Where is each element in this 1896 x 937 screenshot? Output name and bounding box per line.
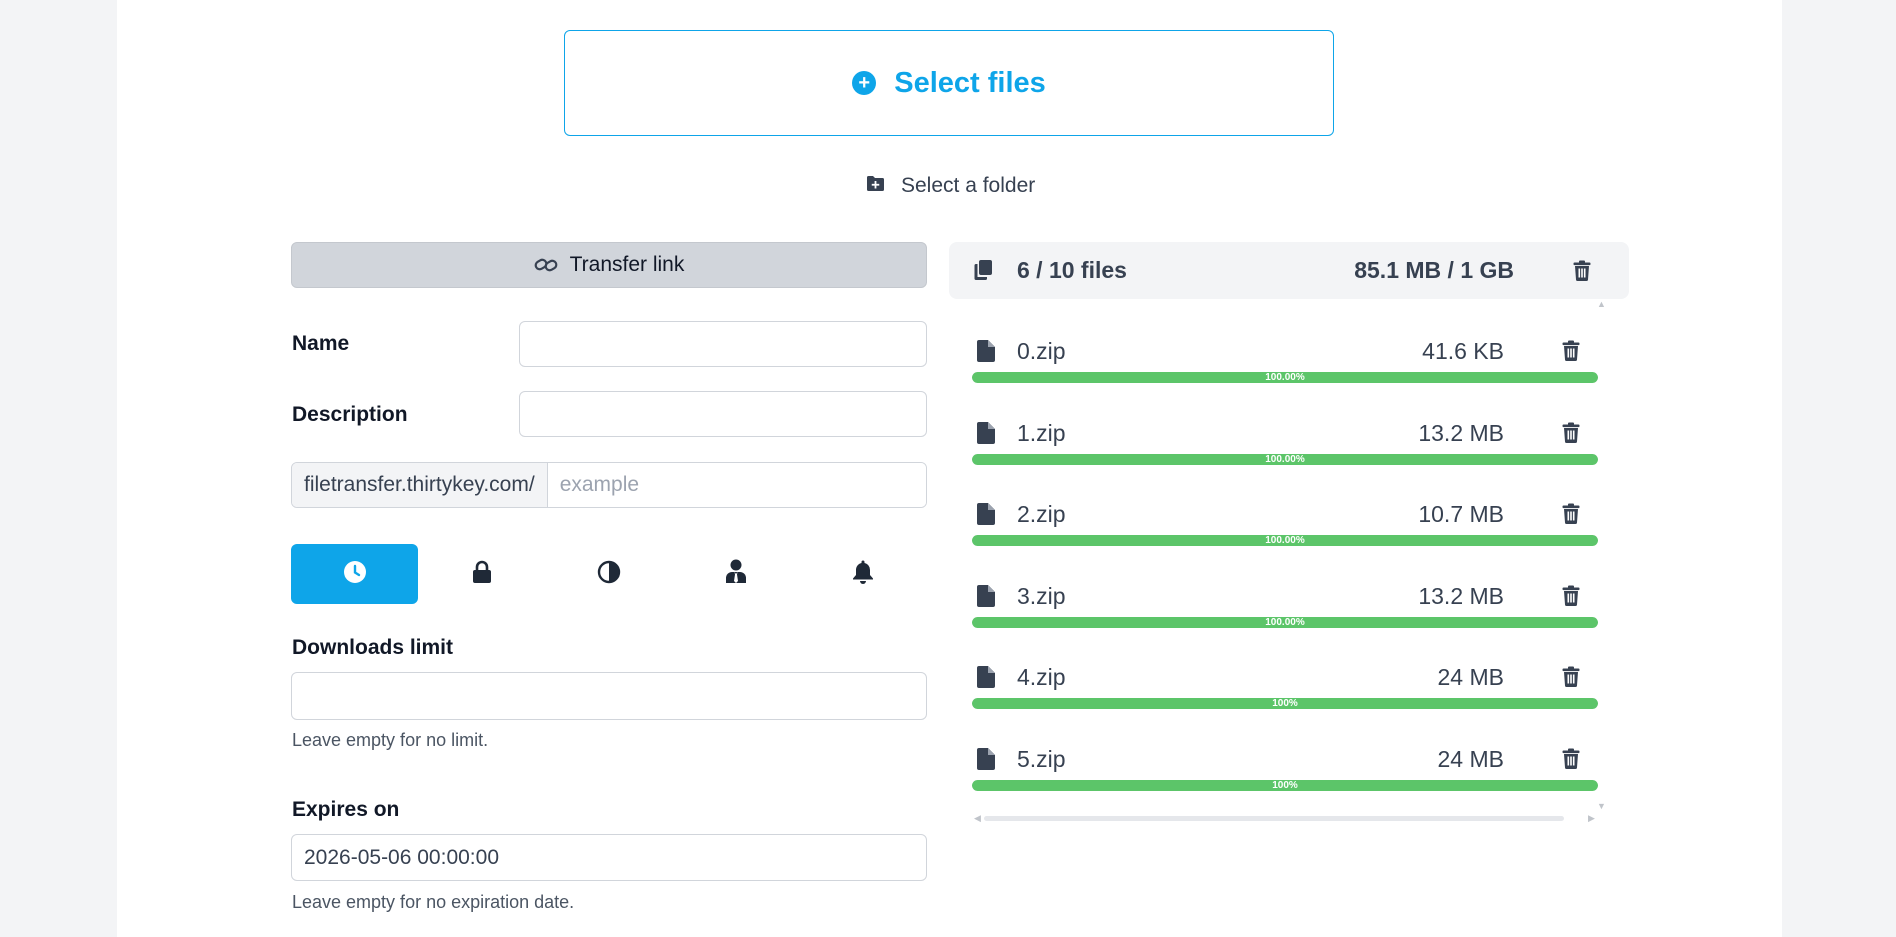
tab-expiration[interactable] bbox=[291, 544, 419, 604]
name-input[interactable] bbox=[519, 321, 927, 367]
scroll-down-arrow[interactable]: ▼ bbox=[1597, 802, 1606, 811]
upload-progress: 100% bbox=[972, 698, 1598, 709]
plus-circle-icon: + bbox=[852, 71, 877, 95]
transfer-url-group: filetransfer.thirtykey.com/ bbox=[291, 462, 927, 508]
delete-file-button[interactable] bbox=[1562, 340, 1580, 366]
trash-icon bbox=[1562, 422, 1580, 447]
file-icon bbox=[977, 422, 995, 449]
description-label: Description bbox=[292, 403, 408, 426]
downloads-limit-hint: Leave empty for no limit. bbox=[292, 730, 489, 750]
file-icon bbox=[977, 340, 995, 367]
option-tabs bbox=[291, 544, 927, 604]
file-size: 13.2 MB bbox=[1418, 420, 1504, 446]
expires-on-input[interactable]: 2026-05-06 00:00:00 bbox=[291, 834, 927, 881]
delete-file-button[interactable] bbox=[1562, 503, 1580, 529]
url-prefix: filetransfer.thirtykey.com/ bbox=[292, 463, 548, 507]
description-input[interactable] bbox=[519, 391, 927, 437]
file-row: 0.zip 41.6 KB 100.00% bbox=[970, 332, 1598, 392]
downloads-limit-label: Downloads limit bbox=[292, 636, 454, 659]
trash-icon bbox=[1573, 260, 1591, 285]
user-tie-icon bbox=[725, 559, 747, 589]
file-row: 3.zip 13.2 MB 100.00% bbox=[970, 577, 1598, 637]
select-folder-button[interactable]: Select a folder bbox=[866, 171, 1035, 201]
files-summary-header: 6 / 10 files 85.1 MB / 1 GB bbox=[949, 242, 1629, 299]
folder-plus-icon bbox=[866, 174, 885, 198]
select-files-label: Select files bbox=[894, 66, 1046, 99]
copy-files-icon bbox=[973, 259, 993, 286]
transfer-link-button[interactable]: Transfer link bbox=[291, 242, 927, 288]
file-icon bbox=[977, 666, 995, 693]
file-name: 5.zip bbox=[1017, 746, 1066, 772]
delete-file-button[interactable] bbox=[1562, 422, 1580, 448]
upload-progress: 100.00% bbox=[972, 617, 1598, 628]
file-row: 1.zip 13.2 MB 100.00% bbox=[970, 414, 1598, 474]
upload-progress: 100% bbox=[972, 780, 1598, 791]
file-icon bbox=[977, 585, 995, 612]
select-folder-label: Select a folder bbox=[901, 174, 1036, 197]
upload-progress-bar: 100.00% bbox=[972, 535, 1598, 546]
files-count: 6 / 10 files bbox=[1017, 257, 1127, 283]
file-size: 10.7 MB bbox=[1418, 501, 1504, 527]
files-total-size: 85.1 MB / 1 GB bbox=[1354, 257, 1514, 283]
file-size: 13.2 MB bbox=[1418, 583, 1504, 609]
scrollbar-thumb[interactable] bbox=[984, 816, 1564, 821]
file-size: 24 MB bbox=[1437, 746, 1504, 772]
transfer-link-label: Transfer link bbox=[569, 253, 685, 276]
expires-on-label: Expires on bbox=[292, 798, 400, 821]
file-name: 4.zip bbox=[1017, 664, 1066, 690]
file-name: 1.zip bbox=[1017, 420, 1066, 446]
file-name: 3.zip bbox=[1017, 583, 1066, 609]
upload-progress-bar: 100.00% bbox=[972, 617, 1598, 628]
upload-progress-bar: 100% bbox=[972, 780, 1598, 791]
lock-icon bbox=[471, 560, 493, 589]
contrast-icon bbox=[597, 560, 621, 589]
upload-progress-bar: 100% bbox=[972, 698, 1598, 709]
bell-icon bbox=[852, 559, 874, 589]
file-name: 0.zip bbox=[1017, 338, 1066, 364]
name-label: Name bbox=[292, 332, 350, 355]
trash-icon bbox=[1562, 666, 1580, 691]
upload-progress-bar: 100.00% bbox=[972, 454, 1598, 465]
file-row: 2.zip 10.7 MB 100.00% bbox=[970, 495, 1598, 555]
trash-icon bbox=[1562, 340, 1580, 365]
url-slug-input[interactable] bbox=[547, 463, 926, 507]
delete-file-button[interactable] bbox=[1562, 666, 1580, 692]
tab-appearance[interactable] bbox=[545, 544, 672, 604]
scroll-right-arrow[interactable]: ▶ bbox=[1588, 814, 1595, 823]
upload-progress-bar: 100.00% bbox=[972, 372, 1598, 383]
tab-notifications[interactable] bbox=[800, 544, 927, 604]
downloads-limit-input[interactable] bbox=[291, 672, 927, 720]
upload-progress: 100.00% bbox=[972, 454, 1598, 465]
trash-icon bbox=[1562, 748, 1580, 773]
file-size: 41.6 KB bbox=[1422, 338, 1504, 364]
file-size: 24 MB bbox=[1437, 664, 1504, 690]
expires-on-hint: Leave empty for no expiration date. bbox=[292, 892, 575, 912]
select-files-button[interactable]: + Select files bbox=[564, 30, 1334, 136]
file-row: 5.zip 24 MB 100% bbox=[970, 740, 1598, 800]
delete-all-files-button[interactable] bbox=[1573, 260, 1591, 286]
delete-file-button[interactable] bbox=[1562, 748, 1580, 774]
link-icon bbox=[534, 255, 558, 275]
file-row: 4.zip 24 MB 100% bbox=[970, 658, 1598, 718]
delete-file-button[interactable] bbox=[1562, 585, 1580, 611]
trash-icon bbox=[1562, 585, 1580, 610]
tab-password[interactable] bbox=[418, 544, 545, 604]
tab-recipients[interactable] bbox=[673, 544, 800, 604]
clock-icon bbox=[343, 560, 367, 589]
scroll-up-arrow[interactable]: ▲ bbox=[1597, 300, 1606, 309]
file-name: 2.zip bbox=[1017, 501, 1066, 527]
horizontal-scrollbar[interactable]: ◀ ▶ bbox=[974, 814, 1595, 823]
trash-icon bbox=[1562, 503, 1580, 528]
upload-progress: 100.00% bbox=[972, 372, 1598, 383]
file-icon bbox=[977, 748, 995, 775]
file-icon bbox=[977, 503, 995, 530]
upload-progress: 100.00% bbox=[972, 535, 1598, 546]
scroll-left-arrow[interactable]: ◀ bbox=[974, 814, 981, 823]
